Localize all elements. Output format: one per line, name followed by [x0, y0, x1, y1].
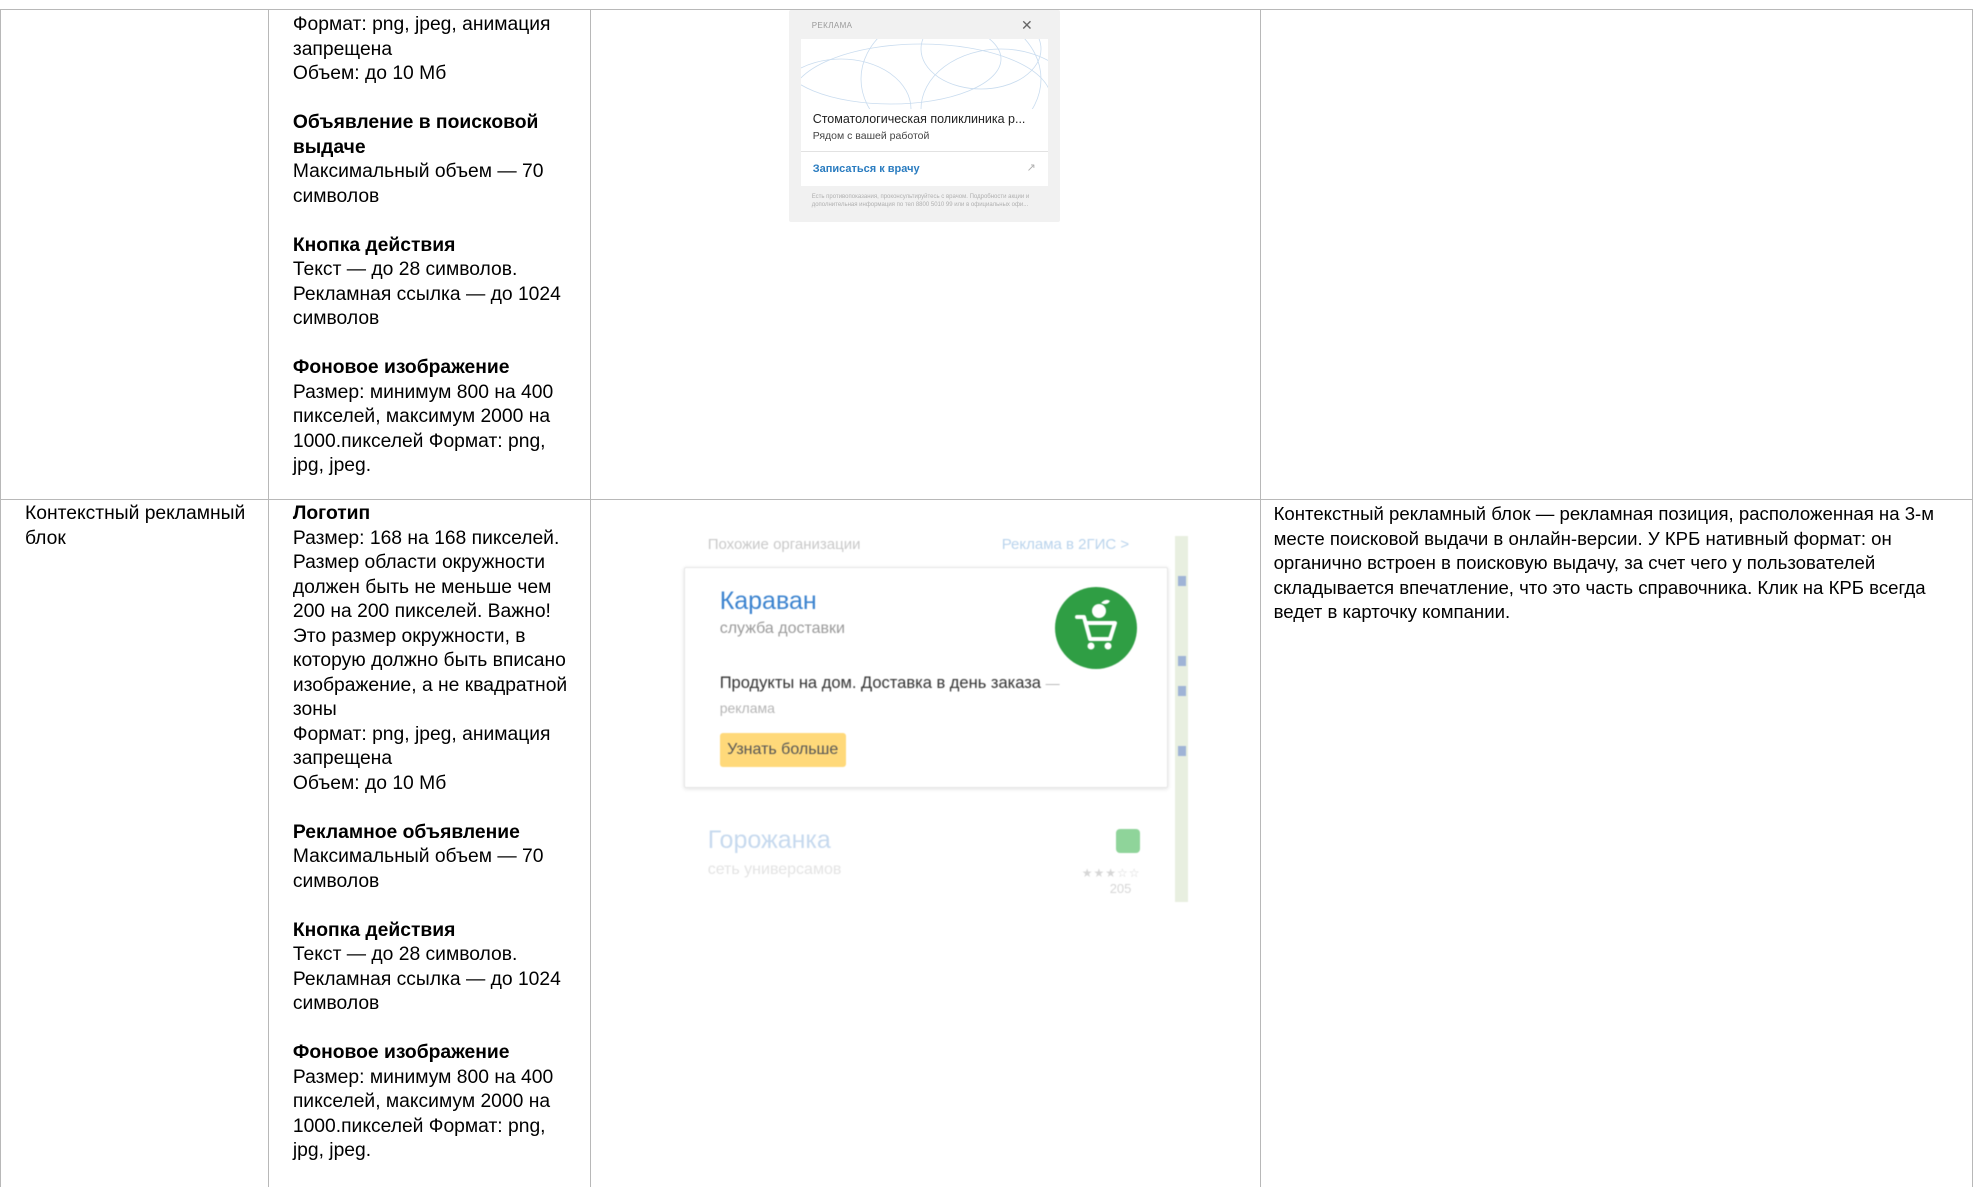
popup-disclaimer: Есть противопоказания, проконсультируйте…	[811, 194, 1030, 208]
company-kind: служба доставки	[719, 620, 845, 637]
spec-heading: Кнопка действия	[292, 919, 456, 941]
spec-section-background: Фоновое изображение Размер: минимум 800 …	[293, 1041, 576, 1164]
ad-text: Продукты на дом. Доставка в день заказа …	[720, 671, 1060, 721]
spec-section-search-ad: Объявление в поисковой выдаче Максимальн…	[293, 111, 576, 209]
spec-section-logo: Логотип Размер: 168 на 168 пикселей. Раз…	[293, 502, 576, 796]
description-cell: Контекстный рекламный блок — рекламная п…	[1259, 499, 1973, 1187]
spec-line: Размер: 168 на 168 пикселей. Размер обла…	[292, 527, 568, 721]
spec-line: Объем: до 10 Мб	[292, 772, 447, 794]
close-icon: ✕	[1020, 17, 1033, 33]
cart-icon	[1115, 829, 1140, 853]
context-ad-card[interactable]: Караван служба доставки Продукты на дом.…	[683, 567, 1168, 788]
cart-icon	[1054, 587, 1137, 669]
next-result-kind: сеть универсамов	[707, 861, 842, 878]
spec-section-action-button: Кнопка действия Текст — до 28 символов. …	[293, 234, 576, 332]
spec-heading: Фоновое изображение	[292, 1042, 510, 1063]
type-cell	[0, 9, 269, 500]
spec-section-format: Формат: png, jpeg, анимация запрещена Об…	[293, 13, 576, 87]
table-row: Формат: png, jpeg, анимация запрещена Об…	[0, 9, 1973, 500]
spec-line: Размер: минимум 800 на 400 пикселей, мак…	[292, 1066, 554, 1162]
spec-section-ad-text: Рекламное объявление Максимальный объем …	[293, 821, 576, 895]
spec-heading: Кнопка действия	[292, 234, 456, 256]
spec-page: Формат: png, jpeg, анимация запрещена Об…	[0, 0, 1973, 1187]
requirements-cell: Формат: png, jpeg, анимация запрещена Об…	[267, 9, 591, 500]
spec-line: Объем: до 10 Мб	[292, 63, 447, 84]
ad-link[interactable]: Реклама в 2ГИС >	[1002, 536, 1129, 553]
search-results-preview: Похожие организации Реклама в 2ГИС > Кар…	[672, 536, 1188, 902]
popup-card: Стоматологическая поликлиника р... Рядом…	[800, 39, 1048, 186]
spec-section-background: Фоновое изображение Размер: минимум 800 …	[293, 356, 576, 479]
requirements-cell: Логотип Размер: 168 на 168 пикселей. Раз…	[267, 499, 591, 1187]
ad-spec-table: Формат: png, jpeg, анимация запрещена Об…	[0, 9, 1973, 1187]
popup-ad-preview: РЕКЛАМА ✕ Стоматологическая поликлиника …	[788, 10, 1060, 222]
external-link-icon: ↗	[1026, 162, 1036, 174]
popup-subtitle: Рядом с вашей работой	[812, 130, 930, 142]
spec-line: Текст — до 28 символов. Рекламная ссылка…	[292, 259, 561, 329]
company-name[interactable]: Караван	[720, 587, 817, 616]
spec-line: Максимальный объем — 70 символов	[292, 161, 544, 207]
results-header: Похожие организации	[707, 536, 861, 553]
description-text	[1261, 10, 1972, 12]
divider	[800, 151, 1048, 152]
popup-title: Стоматологическая поликлиника р...	[812, 112, 1026, 126]
spec-line: Текст — до 28 символов. Рекламная ссылка…	[292, 944, 561, 1014]
next-result-name[interactable]: Горожанка	[708, 826, 831, 855]
type-cell: Контекстный рекламный блок	[0, 499, 269, 1187]
ad-description: Продукты на дом. Доставка в день заказа	[719, 674, 1041, 692]
type-label: Контекстный рекламный блок	[25, 503, 246, 549]
ad-label: РЕКЛАМА	[811, 21, 853, 30]
preview-cell: РЕКЛАМА ✕ Стоматологическая поликлиника …	[589, 9, 1261, 500]
spec-heading: Объявление в поисковой выдаче	[292, 112, 539, 158]
spec-line: Размер: минимум 800 на 400 пикселей, мак…	[292, 381, 554, 477]
type-label	[1, 10, 268, 12]
review-count: 205	[1109, 881, 1132, 896]
preview-cell: Похожие организации Реклама в 2ГИС > Кар…	[589, 499, 1261, 1187]
learn-more-button[interactable]: Узнать больше	[719, 733, 846, 767]
spec-heading: Рекламное объявление	[292, 821, 520, 843]
spec-heading: Логотип	[292, 503, 371, 524]
spec-section-action-button: Кнопка действия Текст — до 28 символов. …	[293, 919, 576, 1017]
map-strip	[1174, 536, 1188, 902]
spec-line: Формат: png, jpeg, анимация запрещена	[292, 723, 551, 770]
spec-line: Максимальный объем — 70 символов	[292, 846, 544, 892]
spec-heading: Фоновое изображение	[292, 357, 510, 378]
background-art	[800, 39, 1048, 109]
popup-cta-link[interactable]: Записаться к врачу	[813, 163, 920, 175]
description-text: Контекстный рекламный блок — рекламная п…	[1273, 503, 1935, 622]
rating-stars: ★★★☆☆	[1081, 866, 1141, 880]
table-row: Контекстный рекламный блок Логотип Разме…	[0, 499, 1973, 1187]
spec-line: Формат: png, jpeg, анимация запрещена	[292, 14, 551, 60]
description-cell	[1259, 9, 1973, 500]
